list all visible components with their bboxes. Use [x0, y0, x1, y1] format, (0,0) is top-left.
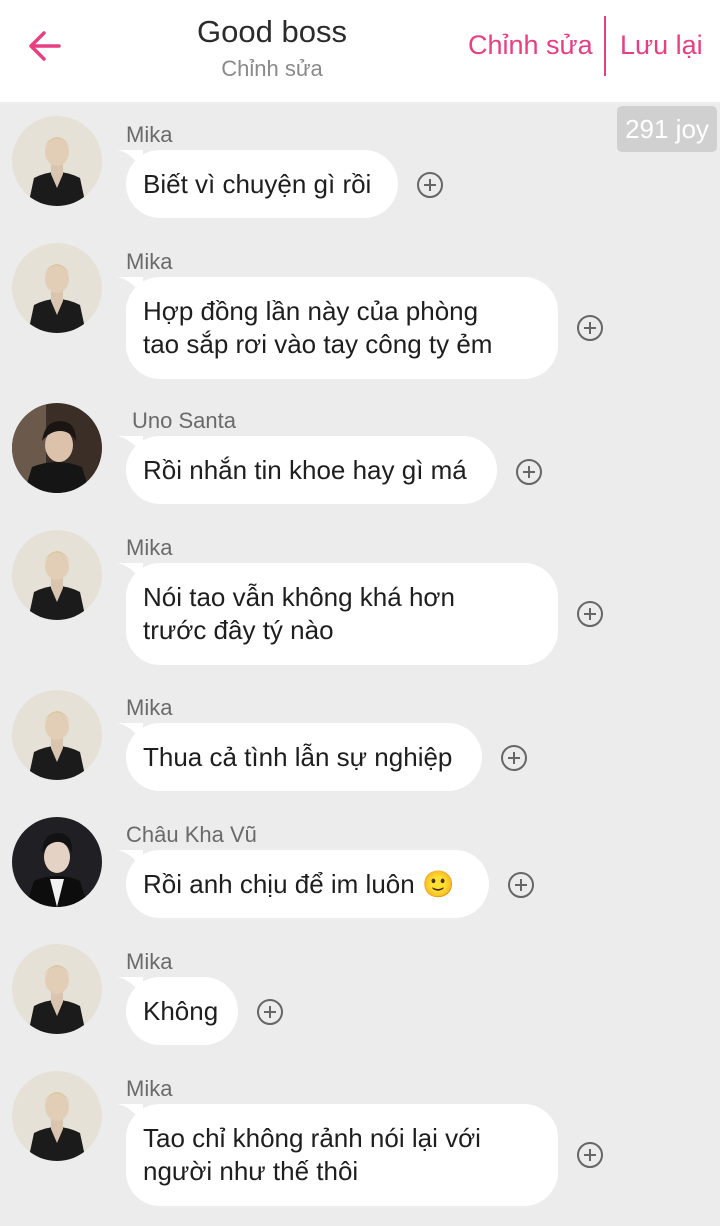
bubble-tail	[117, 563, 143, 583]
sender-name: Mika	[126, 949, 173, 974]
bubble-tail	[117, 723, 143, 743]
sender-name: Mika	[126, 695, 173, 720]
message-bubble[interactable]: Biết vì chuyện gì rồi	[117, 150, 398, 218]
uno-santa-avatar-icon	[12, 403, 102, 493]
message-item: Uno Santa Rồi nhắn tin khoe hay gì má	[0, 403, 720, 513]
plus-circle-icon	[257, 999, 283, 1025]
arrow-left-icon	[29, 31, 61, 61]
message-text: Biết vì chuyện gì rồi	[143, 168, 372, 199]
add-reaction-button[interactable]	[500, 744, 528, 772]
mika-avatar-icon	[12, 1071, 102, 1161]
message-item: Mika Nói tao vẫn không khá hơn trước đây…	[0, 530, 720, 670]
message-text: Tao chỉ không rảnh nói lại với người như…	[143, 1123, 481, 1186]
back-button[interactable]	[22, 26, 66, 66]
bubble-tail	[117, 277, 143, 297]
edit-button[interactable]: Chỉnh sửa	[468, 30, 593, 61]
message-text: Rồi nhắn tin khoe hay gì má	[143, 454, 467, 485]
message-item: Mika Biết vì chuyện gì rồi	[0, 116, 720, 226]
bubble-tail	[117, 850, 143, 870]
message-text: Hợp đồng lần này của phòng tao sắp rơi v…	[143, 296, 493, 359]
add-reaction-button[interactable]	[515, 458, 543, 486]
message-bubble[interactable]: Hợp đồng lần này của phòng tao sắp rơi v…	[117, 277, 558, 379]
avatar[interactable]	[12, 690, 102, 780]
add-reaction-button[interactable]	[416, 171, 444, 199]
message-text: Rồi anh chịu để im luôn 🙂	[143, 868, 455, 899]
message-item: Châu Kha Vũ Rồi anh chịu để im luôn 🙂	[0, 817, 720, 927]
avatar[interactable]	[12, 944, 102, 1034]
page-title: Good boss	[197, 14, 347, 49]
bubble-tail	[117, 436, 143, 456]
avatar[interactable]	[12, 1071, 102, 1161]
message-bubble[interactable]: Rồi nhắn tin khoe hay gì má	[117, 436, 497, 504]
sender-name: Uno Santa	[132, 408, 236, 433]
header-divider	[604, 16, 606, 76]
page-subtitle: Chỉnh sửa	[221, 56, 323, 81]
add-reaction-button[interactable]	[507, 871, 535, 899]
chau-kha-vu-avatar-icon	[12, 817, 102, 907]
message-text: Nói tao vẫn không khá hơn trước đây tý n…	[143, 582, 455, 645]
message-item: Mika Không	[0, 944, 720, 1054]
bubble-tail	[117, 977, 143, 997]
avatar[interactable]	[12, 243, 102, 333]
message-bubble[interactable]: Thua cả tình lẫn sự nghiệp	[117, 723, 482, 791]
sender-name: Mika	[126, 249, 173, 274]
add-reaction-button[interactable]	[576, 1141, 604, 1169]
mika-avatar-icon	[12, 530, 102, 620]
avatar[interactable]	[12, 817, 102, 907]
bubble-tail	[117, 1104, 143, 1124]
avatar[interactable]	[12, 116, 102, 206]
message-item: Mika Thua cả tình lẫn sự nghiệp	[0, 690, 720, 800]
header-bar: Good boss Chỉnh sửa Chỉnh sửa Lưu lại	[0, 0, 720, 102]
plus-circle-icon	[577, 601, 603, 627]
mika-avatar-icon	[12, 944, 102, 1034]
message-item: Mika Tao chỉ không rảnh nói lại với ngườ…	[0, 1071, 720, 1211]
message-bubble[interactable]: Rồi anh chịu để im luôn 🙂	[117, 850, 489, 918]
add-reaction-button[interactable]	[576, 600, 604, 628]
plus-circle-icon	[516, 459, 542, 485]
avatar[interactable]	[12, 530, 102, 620]
message-bubble[interactable]: Nói tao vẫn không khá hơn trước đây tý n…	[117, 563, 558, 665]
mika-avatar-icon	[12, 243, 102, 333]
plus-circle-icon	[501, 745, 527, 771]
plus-circle-icon	[508, 872, 534, 898]
mika-avatar-icon	[12, 690, 102, 780]
bubble-tail	[117, 150, 143, 170]
plus-circle-icon	[577, 315, 603, 341]
avatar[interactable]	[12, 403, 102, 493]
sender-name: Mika	[126, 1076, 173, 1101]
message-text: Thua cả tình lẫn sự nghiệp	[143, 741, 453, 772]
sender-name: Mika	[126, 122, 173, 147]
sender-name: Châu Kha Vũ	[126, 822, 257, 847]
add-reaction-button[interactable]	[576, 314, 604, 342]
mika-avatar-icon	[12, 116, 102, 206]
sender-name: Mika	[126, 535, 173, 560]
plus-circle-icon	[417, 172, 443, 198]
message-item: Mika Hợp đồng lần này của phòng tao sắp …	[0, 243, 720, 383]
save-button[interactable]: Lưu lại	[620, 30, 703, 61]
message-text: Không	[143, 995, 219, 1026]
message-bubble[interactable]: Không	[117, 977, 238, 1045]
message-bubble[interactable]: Tao chỉ không rảnh nói lại với người như…	[117, 1104, 558, 1206]
add-reaction-button[interactable]	[256, 998, 284, 1026]
plus-circle-icon	[577, 1142, 603, 1168]
title-block: Good boss Chỉnh sửa	[172, 14, 372, 82]
